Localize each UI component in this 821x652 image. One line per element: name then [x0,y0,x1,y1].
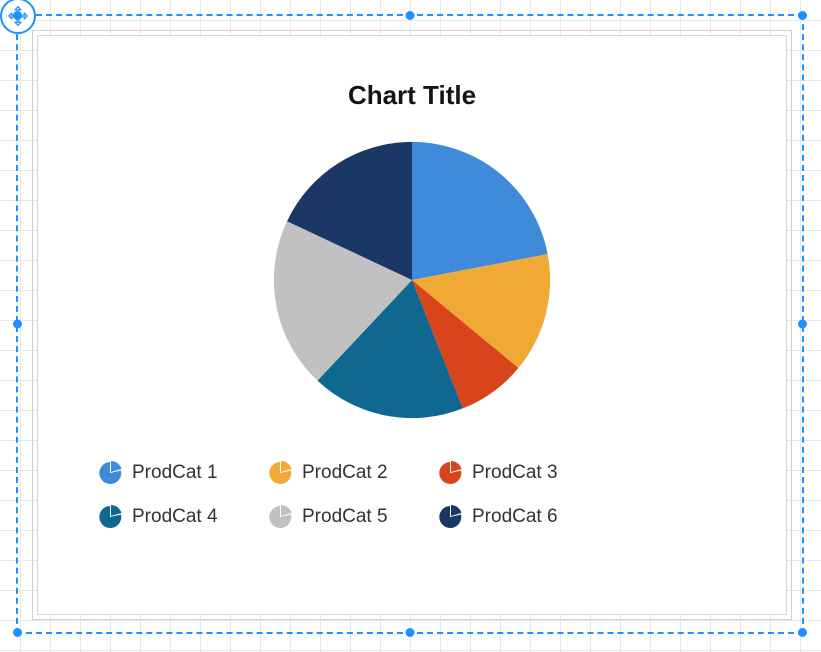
legend-label: ProdCat 6 [472,506,558,528]
legend-pie-icon [438,505,462,529]
legend-item[interactable]: ProdCat 1 [98,461,248,485]
chart-selection-frame[interactable]: Chart Title ProdCat 1ProdCat 2ProdCat 3P… [16,14,804,634]
resize-handle-bottom-middle[interactable] [406,628,415,637]
chart-plot-area[interactable]: Chart Title ProdCat 1ProdCat 2ProdCat 3P… [37,35,787,615]
chart-outer-frame: Chart Title ProdCat 1ProdCat 2ProdCat 3P… [32,30,792,620]
legend-label: ProdCat 2 [302,462,388,484]
legend-item[interactable]: ProdCat 2 [268,461,418,485]
chart-legend[interactable]: ProdCat 1 ProdCat 2 ProdCat 3 ProdCat 4 Prod… [38,461,786,529]
legend-pie-icon [98,505,122,529]
resize-handle-top-left[interactable] [13,11,22,20]
legend-pie-icon [438,461,462,485]
legend-label: ProdCat 1 [132,462,218,484]
resize-handle-bottom-right[interactable] [798,628,807,637]
legend-label: ProdCat 3 [472,462,558,484]
legend-label: ProdCat 4 [132,506,218,528]
legend-item[interactable]: ProdCat 5 [268,505,418,529]
pie-chart[interactable] [38,135,786,425]
legend-pie-icon [268,461,292,485]
resize-handle-top-middle[interactable] [406,11,415,20]
resize-handle-top-right[interactable] [798,11,807,20]
chart-title[interactable]: Chart Title [38,80,786,111]
resize-handle-right-middle[interactable] [798,320,807,329]
legend-label: ProdCat 5 [302,506,388,528]
legend-item[interactable]: ProdCat 6 [438,505,588,529]
resize-handle-left-middle[interactable] [13,320,22,329]
legend-pie-icon [268,505,292,529]
legend-pie-icon [98,461,122,485]
legend-item[interactable]: ProdCat 4 [98,505,248,529]
legend-item[interactable]: ProdCat 3 [438,461,588,485]
resize-handle-bottom-left[interactable] [13,628,22,637]
pie-svg [267,135,557,425]
